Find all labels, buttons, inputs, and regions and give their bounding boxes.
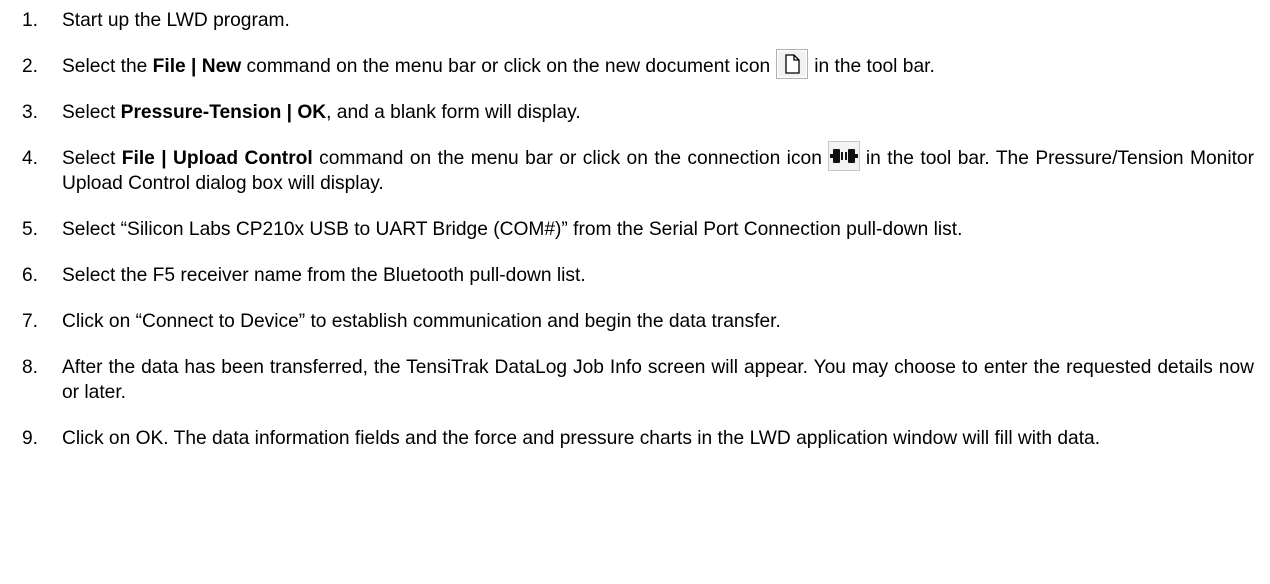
step-item: 3. Select Pressure-Tension | OK, and a bl… — [22, 100, 1254, 125]
step-text: Click on OK. The data information fields… — [62, 428, 1100, 449]
step-item: 5. Select “Silicon Labs CP210x USB to UAR… — [22, 217, 1254, 242]
step-text-run: Start up the LWD program. — [62, 10, 290, 31]
step-text-run: Select “Silicon Labs CP210x USB to UART … — [62, 219, 963, 240]
step-text: Start up the LWD program. — [62, 10, 290, 31]
step-number: 2. — [22, 56, 39, 77]
step-item: 7. Click on “Connect to Device” to establ… — [22, 309, 1254, 334]
step-text-run: Click on “Connect to Device” to establis… — [62, 311, 781, 332]
step-text: Select Pressure-Tension | OK, and a blan… — [62, 102, 581, 123]
step-text: Select “Silicon Labs CP210x USB to UART … — [62, 219, 962, 240]
step-text-run: in the tool bar. — [814, 56, 935, 77]
step-text: Select the F5 receiver name from the Blu… — [62, 265, 586, 286]
step-text-run: Select the — [62, 56, 153, 77]
step-text-run: After the data has been transferred, the… — [62, 357, 1254, 403]
steps-list: 1. Start up the LWD program. 2. Select the … — [22, 8, 1254, 472]
step-text: Select File | Upload Control command on … — [62, 140, 1254, 194]
step-number: 5. — [22, 219, 39, 240]
step-item: 2. Select the File | New command on the m… — [22, 48, 1254, 79]
step-number: 4. — [22, 148, 39, 169]
step-bold-text: Pressure-Tension | OK — [120, 102, 327, 123]
step-text-run: command on the menu bar or click on the … — [241, 56, 771, 77]
step-item: 6. Select the F5 receiver name from the B… — [22, 263, 1254, 288]
step-item: 1. Start up the LWD program. — [22, 8, 1254, 33]
step-number: 3. — [22, 102, 39, 123]
step-number: 8. — [22, 357, 39, 378]
step-text-run: Select — [62, 102, 121, 123]
connection-icon — [827, 140, 860, 171]
step-item: 8. After the data has been transferred, t… — [22, 355, 1254, 405]
step-text-run: Select — [62, 148, 122, 169]
step-item: 4. Select File | Upload Control command o… — [22, 140, 1254, 196]
step-bold-text: File | Upload Control — [121, 148, 313, 169]
step-number: 6. — [22, 265, 39, 286]
step-text-run: command on the menu bar or click on the … — [312, 148, 822, 169]
step-number: 7. — [22, 311, 39, 332]
step-bold-text: File | New — [152, 56, 242, 77]
new-document-icon — [776, 48, 809, 79]
step-number: 1. — [22, 10, 39, 31]
step-number: 9. — [22, 428, 39, 449]
step-text: Select the File | New command on the men… — [62, 48, 935, 79]
step-text: Click on “Connect to Device” to establis… — [62, 311, 781, 332]
step-text-run: , and a blank form will display. — [326, 102, 581, 123]
instruction-document: 1. Start up the LWD program. 2. Select the … — [0, 0, 1270, 584]
step-text: After the data has been transferred, the… — [62, 357, 1254, 403]
step-item: 9. Click on OK. The data information fiel… — [22, 426, 1254, 451]
step-text-run: Select the F5 receiver name from the Blu… — [62, 265, 586, 286]
step-text-run: Click on OK. The data information fields… — [62, 428, 1101, 449]
